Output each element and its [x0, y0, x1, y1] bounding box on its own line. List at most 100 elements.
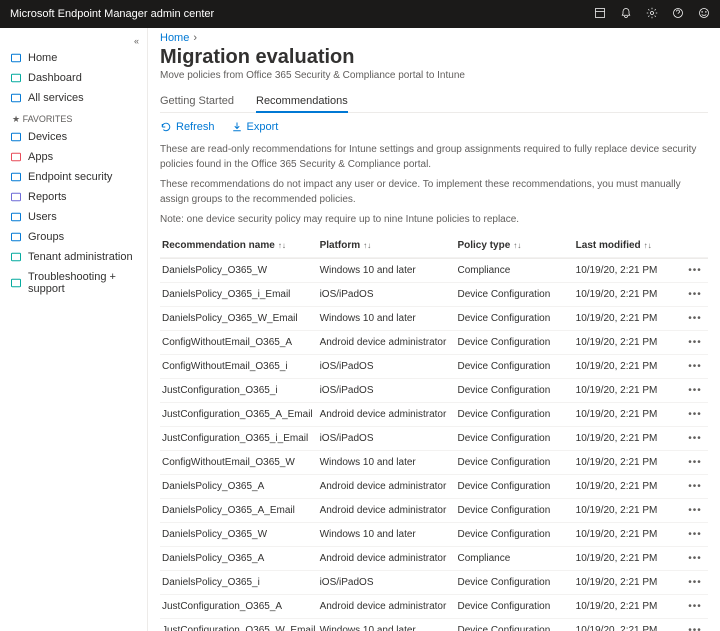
sidebar-item-label: All services: [28, 92, 84, 104]
row-more-icon[interactable]: •••: [684, 577, 706, 588]
cell-platform: iOS/iPadOS: [320, 577, 458, 588]
sidebar-item-home[interactable]: Home: [0, 48, 147, 68]
sidebar-item-devices[interactable]: Devices: [0, 127, 147, 147]
sidebar-item-users[interactable]: Users: [0, 207, 147, 227]
cell-platform: Android device administrator: [320, 409, 458, 420]
sidebar-item-label: Reports: [28, 191, 67, 203]
row-more-icon[interactable]: •••: [684, 481, 706, 492]
row-more-icon[interactable]: •••: [684, 601, 706, 612]
sidebar-item-reports[interactable]: Reports: [0, 187, 147, 207]
table-row[interactable]: DanielsPolicy_O365_WWindows 10 and later…: [160, 523, 708, 547]
row-more-icon[interactable]: •••: [684, 433, 706, 444]
col-name[interactable]: Recommendation name↑↓: [162, 240, 320, 251]
notifications-icon[interactable]: [620, 7, 632, 22]
cell-type: Device Configuration: [457, 505, 575, 516]
cell-modified: 10/19/20, 2:21 PM: [576, 385, 684, 396]
table-row[interactable]: ConfigWithoutEmail_O365_iiOS/iPadOSDevic…: [160, 355, 708, 379]
cell-type: Compliance: [457, 265, 575, 276]
table-row[interactable]: DanielsPolicy_O365_iiOS/iPadOSDevice Con…: [160, 571, 708, 595]
table-row[interactable]: DanielsPolicy_O365_AAndroid device admin…: [160, 475, 708, 499]
row-more-icon[interactable]: •••: [684, 337, 706, 348]
sidebar: « HomeDashboardAll services ★ FAVORITES …: [0, 28, 148, 631]
cell-type: Device Configuration: [457, 313, 575, 324]
table-row[interactable]: DanielsPolicy_O365_AAndroid device admin…: [160, 547, 708, 571]
table-row[interactable]: JustConfiguration_O365_i_EmailiOS/iPadOS…: [160, 427, 708, 451]
cell-type: Device Configuration: [457, 433, 575, 444]
breadcrumb-home[interactable]: Home: [160, 32, 189, 44]
users-icon: [10, 211, 22, 223]
cell-type: Device Configuration: [457, 481, 575, 492]
row-more-icon[interactable]: •••: [684, 457, 706, 468]
cell-type: Device Configuration: [457, 385, 575, 396]
cell-name: DanielsPolicy_O365_A: [162, 553, 320, 564]
devices-icon: [10, 131, 22, 143]
sidebar-item-apps[interactable]: Apps: [0, 147, 147, 167]
settings-icon[interactable]: [646, 7, 658, 22]
export-button[interactable]: Export: [231, 121, 279, 133]
cell-modified: 10/19/20, 2:21 PM: [576, 409, 684, 420]
row-more-icon[interactable]: •••: [684, 289, 706, 300]
sidebar-item-dashboard[interactable]: Dashboard: [0, 68, 147, 88]
description-2: These recommendations do not impact any …: [160, 178, 708, 207]
sidebar-item-groups[interactable]: Groups: [0, 227, 147, 247]
table-row[interactable]: ConfigWithoutEmail_O365_WWindows 10 and …: [160, 451, 708, 475]
table-row[interactable]: JustConfiguration_O365_AAndroid device a…: [160, 595, 708, 619]
row-more-icon[interactable]: •••: [684, 553, 706, 564]
row-more-icon[interactable]: •••: [684, 409, 706, 420]
description-3: Note: one device security policy may req…: [160, 213, 708, 228]
row-more-icon[interactable]: •••: [684, 385, 706, 396]
cell-modified: 10/19/20, 2:21 PM: [576, 457, 684, 468]
row-more-icon[interactable]: •••: [684, 313, 706, 324]
sidebar-item-label: Apps: [28, 151, 53, 163]
table-row[interactable]: JustConfiguration_O365_iiOS/iPadOSDevice…: [160, 379, 708, 403]
help-icon[interactable]: [672, 7, 684, 22]
refresh-button[interactable]: Refresh: [160, 121, 215, 133]
cell-platform: Android device administrator: [320, 505, 458, 516]
row-more-icon[interactable]: •••: [684, 505, 706, 516]
tab-getting-started[interactable]: Getting Started: [160, 91, 234, 112]
cell-platform: iOS/iPadOS: [320, 433, 458, 444]
export-icon: [231, 121, 243, 133]
row-more-icon[interactable]: •••: [684, 265, 706, 276]
tab-recommendations[interactable]: Recommendations: [256, 91, 348, 113]
cell-type: Device Configuration: [457, 361, 575, 372]
feedback-icon[interactable]: [698, 7, 710, 22]
sidebar-item-endpoint-security[interactable]: Endpoint security: [0, 167, 147, 187]
sidebar-item-troubleshoot[interactable]: Troubleshooting + support: [0, 267, 147, 299]
cell-modified: 10/19/20, 2:21 PM: [576, 601, 684, 612]
col-modified[interactable]: Last modified↑↓: [576, 240, 684, 251]
table-row[interactable]: JustConfiguration_O365_W_EmailWindows 10…: [160, 619, 708, 631]
all-services-icon: [10, 92, 22, 104]
sidebar-item-tenant[interactable]: Tenant administration: [0, 247, 147, 267]
table-row[interactable]: DanielsPolicy_O365_A_EmailAndroid device…: [160, 499, 708, 523]
page-title: Migration evaluation: [160, 46, 708, 69]
description-1: These are read-only recommendations for …: [160, 143, 708, 172]
cell-modified: 10/19/20, 2:21 PM: [576, 577, 684, 588]
cell-modified: 10/19/20, 2:21 PM: [576, 289, 684, 300]
cell-modified: 10/19/20, 2:21 PM: [576, 265, 684, 276]
table-header: Recommendation name↑↓ Platform↑↓ Policy …: [160, 234, 708, 258]
cell-platform: Android device administrator: [320, 481, 458, 492]
table-row[interactable]: JustConfiguration_O365_A_EmailAndroid de…: [160, 403, 708, 427]
table-row[interactable]: DanielsPolicy_O365_i_EmailiOS/iPadOSDevi…: [160, 283, 708, 307]
table-row[interactable]: DanielsPolicy_O365_WWindows 10 and later…: [160, 259, 708, 283]
cell-modified: 10/19/20, 2:21 PM: [576, 505, 684, 516]
row-more-icon[interactable]: •••: [684, 529, 706, 540]
collapse-sidebar[interactable]: «: [0, 34, 147, 48]
col-platform[interactable]: Platform↑↓: [320, 240, 458, 251]
cell-modified: 10/19/20, 2:21 PM: [576, 625, 684, 631]
cell-platform: Android device administrator: [320, 337, 458, 348]
sidebar-item-all-services[interactable]: All services: [0, 88, 147, 108]
cell-name: ConfigWithoutEmail_O365_i: [162, 361, 320, 372]
directory-icon[interactable]: [594, 7, 606, 22]
table-body: DanielsPolicy_O365_WWindows 10 and later…: [160, 258, 708, 631]
favorites-label: ★ FAVORITES: [0, 108, 147, 127]
row-more-icon[interactable]: •••: [684, 361, 706, 372]
table-row[interactable]: DanielsPolicy_O365_W_EmailWindows 10 and…: [160, 307, 708, 331]
cell-type: Device Configuration: [457, 625, 575, 631]
cell-modified: 10/19/20, 2:21 PM: [576, 337, 684, 348]
table-row[interactable]: ConfigWithoutEmail_O365_AAndroid device …: [160, 331, 708, 355]
sidebar-item-label: Endpoint security: [28, 171, 112, 183]
col-type[interactable]: Policy type↑↓: [457, 240, 575, 251]
row-more-icon[interactable]: •••: [684, 625, 706, 631]
